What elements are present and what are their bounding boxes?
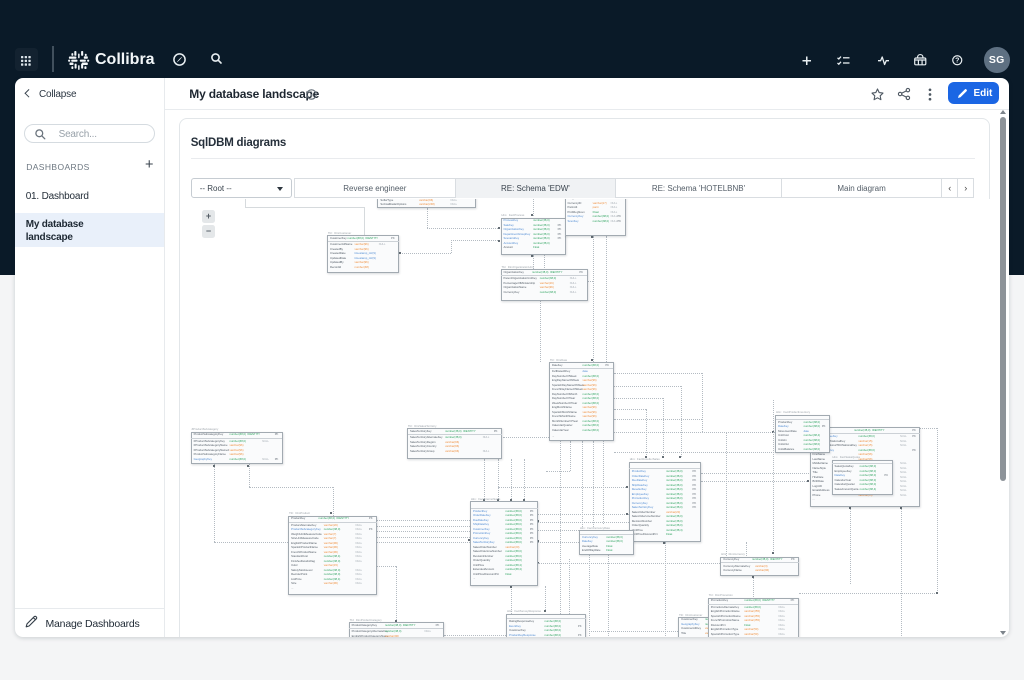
svg-text:?: ?: [955, 58, 959, 65]
